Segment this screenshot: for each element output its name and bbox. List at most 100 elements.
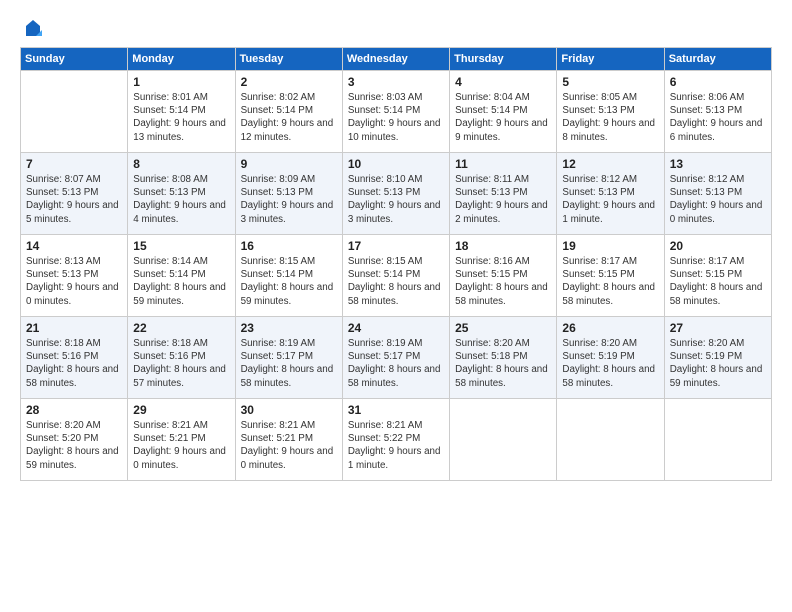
cell-sun-info: Sunrise: 8:11 AMSunset: 5:13 PMDaylight:…	[455, 173, 551, 226]
sunset-text: Sunset: 5:17 PM	[241, 351, 313, 362]
calendar-cell: 22Sunrise: 8:18 AMSunset: 5:16 PMDayligh…	[128, 317, 235, 399]
cell-sun-info: Sunrise: 8:04 AMSunset: 5:14 PMDaylight:…	[455, 91, 551, 144]
cell-day-number: 7	[26, 157, 122, 171]
col-header-wednesday: Wednesday	[342, 48, 449, 71]
cell-day-number: 16	[241, 239, 337, 253]
cell-day-number: 25	[455, 321, 551, 335]
calendar-cell: 19Sunrise: 8:17 AMSunset: 5:15 PMDayligh…	[557, 235, 664, 317]
cell-sun-info: Sunrise: 8:17 AMSunset: 5:15 PMDaylight:…	[562, 255, 658, 308]
daylight-text: Daylight: 9 hours and 12 minutes.	[241, 118, 334, 142]
sunset-text: Sunset: 5:14 PM	[133, 105, 205, 116]
sunset-text: Sunset: 5:14 PM	[348, 269, 420, 280]
cell-day-number: 18	[455, 239, 551, 253]
calendar-cell: 3 Sunrise: 8:03 AMSunset: 5:14 PMDaylight…	[342, 71, 449, 153]
cell-sun-info: Sunrise: 8:15 AMSunset: 5:14 PMDaylight:…	[241, 255, 337, 308]
daylight-text: Daylight: 8 hours and 58 minutes.	[241, 364, 334, 388]
cell-sun-info: Sunrise: 8:14 AMSunset: 5:14 PMDaylight:…	[133, 255, 229, 308]
cell-sun-info: Sunrise: 8:07 AMSunset: 5:13 PMDaylight:…	[26, 173, 122, 226]
sunrise-text: Sunrise: 8:20 AM	[26, 420, 101, 431]
sunrise-text: Sunrise: 8:19 AM	[241, 338, 316, 349]
sunset-text: Sunset: 5:20 PM	[26, 433, 98, 444]
sunrise-text: Sunrise: 8:17 AM	[670, 256, 745, 267]
sunset-text: Sunset: 5:22 PM	[348, 433, 420, 444]
sunset-text: Sunset: 5:13 PM	[562, 187, 634, 198]
daylight-text: Daylight: 8 hours and 58 minutes.	[455, 364, 548, 388]
daylight-text: Daylight: 8 hours and 58 minutes.	[562, 364, 655, 388]
sunset-text: Sunset: 5:15 PM	[670, 269, 742, 280]
col-header-saturday: Saturday	[664, 48, 771, 71]
calendar-week-row: 7 Sunrise: 8:07 AMSunset: 5:13 PMDaylight…	[21, 153, 772, 235]
cell-day-number: 29	[133, 403, 229, 417]
daylight-text: Daylight: 8 hours and 58 minutes.	[348, 282, 441, 306]
daylight-text: Daylight: 8 hours and 58 minutes.	[26, 364, 119, 388]
daylight-text: Daylight: 9 hours and 6 minutes.	[670, 118, 763, 142]
cell-day-number: 4	[455, 75, 551, 89]
sunset-text: Sunset: 5:18 PM	[455, 351, 527, 362]
calendar-cell	[450, 399, 557, 481]
sunrise-text: Sunrise: 8:21 AM	[241, 420, 316, 431]
cell-day-number: 3	[348, 75, 444, 89]
sunset-text: Sunset: 5:13 PM	[241, 187, 313, 198]
cell-sun-info: Sunrise: 8:13 AMSunset: 5:13 PMDaylight:…	[26, 255, 122, 308]
sunrise-text: Sunrise: 8:16 AM	[455, 256, 530, 267]
sunrise-text: Sunrise: 8:06 AM	[670, 92, 745, 103]
daylight-text: Daylight: 9 hours and 9 minutes.	[455, 118, 548, 142]
logo	[20, 18, 44, 37]
sunrise-text: Sunrise: 8:04 AM	[455, 92, 530, 103]
sunset-text: Sunset: 5:13 PM	[670, 187, 742, 198]
daylight-text: Daylight: 8 hours and 57 minutes.	[133, 364, 226, 388]
cell-day-number: 30	[241, 403, 337, 417]
calendar-week-row: 14Sunrise: 8:13 AMSunset: 5:13 PMDayligh…	[21, 235, 772, 317]
sunrise-text: Sunrise: 8:18 AM	[26, 338, 101, 349]
sunset-text: Sunset: 5:13 PM	[455, 187, 527, 198]
daylight-text: Daylight: 8 hours and 59 minutes.	[670, 364, 763, 388]
col-header-sunday: Sunday	[21, 48, 128, 71]
daylight-text: Daylight: 8 hours and 59 minutes.	[241, 282, 334, 306]
sunrise-text: Sunrise: 8:18 AM	[133, 338, 208, 349]
calendar-cell: 20Sunrise: 8:17 AMSunset: 5:15 PMDayligh…	[664, 235, 771, 317]
sunrise-text: Sunrise: 8:20 AM	[455, 338, 530, 349]
calendar-cell: 23Sunrise: 8:19 AMSunset: 5:17 PMDayligh…	[235, 317, 342, 399]
cell-day-number: 31	[348, 403, 444, 417]
sunset-text: Sunset: 5:19 PM	[562, 351, 634, 362]
calendar-cell: 13Sunrise: 8:12 AMSunset: 5:13 PMDayligh…	[664, 153, 771, 235]
daylight-text: Daylight: 9 hours and 8 minutes.	[562, 118, 655, 142]
cell-sun-info: Sunrise: 8:02 AMSunset: 5:14 PMDaylight:…	[241, 91, 337, 144]
calendar-cell: 7 Sunrise: 8:07 AMSunset: 5:13 PMDaylight…	[21, 153, 128, 235]
col-header-monday: Monday	[128, 48, 235, 71]
sunrise-text: Sunrise: 8:09 AM	[241, 174, 316, 185]
daylight-text: Daylight: 9 hours and 0 minutes.	[133, 446, 226, 470]
sunrise-text: Sunrise: 8:12 AM	[670, 174, 745, 185]
sunset-text: Sunset: 5:15 PM	[562, 269, 634, 280]
calendar-cell: 6Sunrise: 8:06 AMSunset: 5:13 PMDaylight…	[664, 71, 771, 153]
sunrise-text: Sunrise: 8:02 AM	[241, 92, 316, 103]
header	[20, 18, 772, 37]
calendar-cell: 25 Sunrise: 8:20 AM Sunset: 5:18 PM Dayligh…	[450, 317, 557, 399]
calendar-cell: 27Sunrise: 8:20 AMSunset: 5:19 PMDayligh…	[664, 317, 771, 399]
daylight-text: Daylight: 8 hours and 58 minutes.	[670, 282, 763, 306]
daylight-text: Daylight: 9 hours and 13 minutes.	[133, 118, 226, 142]
calendar-cell: 9Sunrise: 8:09 AMSunset: 5:13 PMDaylight…	[235, 153, 342, 235]
sunset-text: Sunset: 5:14 PM	[133, 269, 205, 280]
cell-sun-info: Sunrise: 8:20 AMSunset: 5:19 PMDaylight:…	[562, 337, 658, 390]
cell-day-number: 9	[241, 157, 337, 171]
sunset-text: Sunset: 5:14 PM	[241, 269, 313, 280]
sunrise-text: Sunrise: 8:19 AM	[348, 338, 423, 349]
calendar-cell: 28Sunrise: 8:20 AMSunset: 5:20 PMDayligh…	[21, 399, 128, 481]
cell-sun-info: Sunrise: 8:03 AMSunset: 5:14 PMDaylight:…	[348, 91, 444, 144]
calendar-cell: 30Sunrise: 8:21 AMSunset: 5:21 PMDayligh…	[235, 399, 342, 481]
daylight-text: Daylight: 9 hours and 0 minutes.	[670, 200, 763, 224]
cell-day-number: 15	[133, 239, 229, 253]
cell-sun-info: Sunrise: 8:18 AMSunset: 5:16 PMDaylight:…	[133, 337, 229, 390]
sunrise-text: Sunrise: 8:21 AM	[133, 420, 208, 431]
sunrise-text: Sunrise: 8:17 AM	[562, 256, 637, 267]
col-header-thursday: Thursday	[450, 48, 557, 71]
calendar-cell: 26Sunrise: 8:20 AMSunset: 5:19 PMDayligh…	[557, 317, 664, 399]
cell-sun-info: Sunrise: 8:16 AMSunset: 5:15 PMDaylight:…	[455, 255, 551, 308]
calendar-cell: 15 Sunrise: 8:14 AMSunset: 5:14 PMDayligh…	[128, 235, 235, 317]
sunrise-text: Sunrise: 8:21 AM	[348, 420, 423, 431]
sunset-text: Sunset: 5:16 PM	[26, 351, 98, 362]
cell-sun-info: Sunrise: 8:12 AM Sunset: 5:13 PM Daylight:…	[670, 173, 766, 226]
calendar-cell	[664, 399, 771, 481]
calendar-cell: 24Sunrise: 8:19 AMSunset: 5:17 PMDayligh…	[342, 317, 449, 399]
